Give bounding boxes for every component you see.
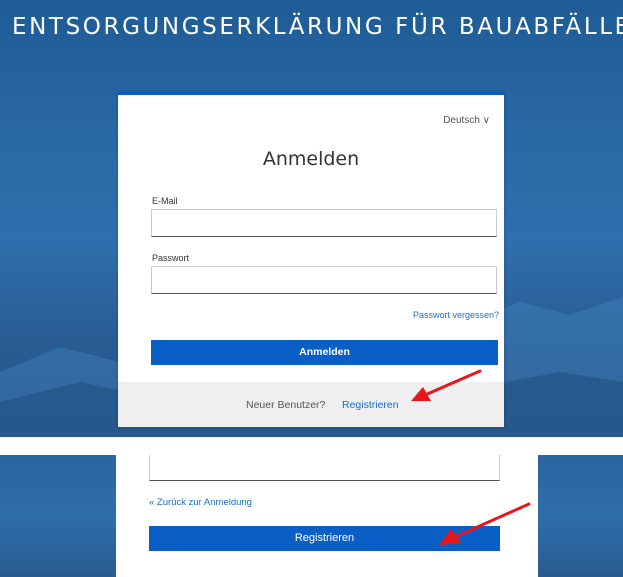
background-right: [538, 455, 623, 577]
app-title: ENTSORGUNGSERKLÄRUNG FÜR BAUABFÄLLE: [12, 14, 623, 40]
language-selector[interactable]: Deutsch ∨: [443, 115, 490, 126]
password-field[interactable]: [151, 266, 497, 294]
forgot-password-link[interactable]: Passwort vergessen?: [413, 310, 499, 320]
login-card: Deutsch ∨ Anmelden E-Mail Passwort Passw…: [118, 92, 504, 427]
background-left: [0, 455, 116, 577]
login-screen: ENTSORGUNGSERKLÄRUNG FÜR BAUABFÄLLE Deut…: [0, 0, 623, 437]
email-label: E-Mail: [152, 196, 178, 206]
new-user-text: Neuer Benutzer?: [246, 399, 326, 411]
login-button[interactable]: Anmelden: [151, 340, 498, 365]
register-button[interactable]: Registrieren: [149, 526, 500, 551]
register-screen: « Zurück zur Anmeldung Registrieren: [0, 455, 623, 577]
login-heading: Anmelden: [262, 148, 360, 170]
register-link[interactable]: Registrieren: [342, 399, 399, 411]
back-to-login-link[interactable]: « Zurück zur Anmeldung: [149, 497, 252, 508]
register-field[interactable]: [149, 455, 500, 481]
password-label: Passwort: [152, 253, 190, 263]
email-field[interactable]: [151, 209, 497, 237]
card-footer: Neuer Benutzer? Registrieren: [118, 382, 504, 427]
